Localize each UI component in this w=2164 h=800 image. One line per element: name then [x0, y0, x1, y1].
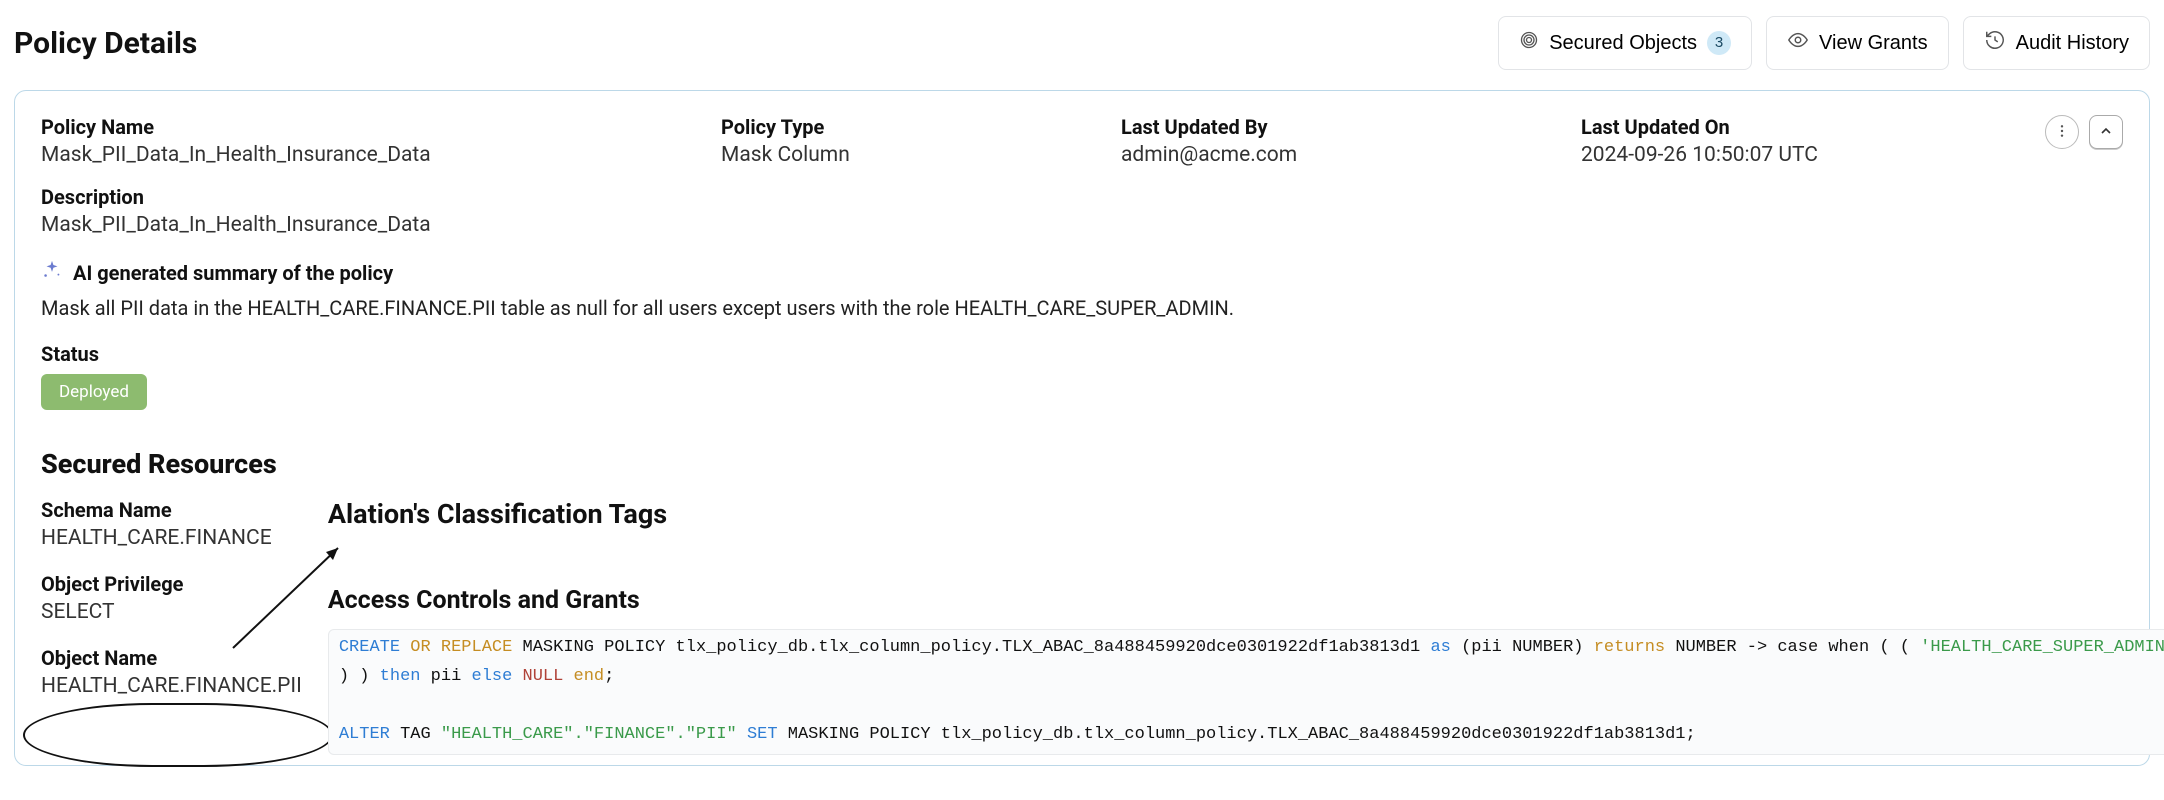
sql-token: OR: [410, 638, 430, 657]
header-row: Policy Details Secured Objects 3 View Gr…: [14, 16, 2150, 70]
description-value: Mask_PII_Data_In_Health_Insurance_Data: [41, 213, 2123, 237]
audit-history-label: Audit History: [2016, 32, 2129, 55]
sql-token: else: [472, 667, 513, 686]
sql-token: MASKING POLICY tlx_policy_db.tlx_column_…: [778, 725, 1696, 744]
sql-token: NUMBER -> case when ( (: [1665, 638, 1920, 657]
access-controls-heading: Access Controls and Grants: [328, 586, 640, 615]
sql-token: returns: [1594, 638, 1665, 657]
sql-token: ;: [604, 667, 614, 686]
last-updated-by-value: admin@acme.com: [1121, 143, 1581, 167]
policy-type-cell: Policy Type Mask Column: [721, 115, 1121, 167]
secured-objects-button[interactable]: Secured Objects 3: [1498, 16, 1752, 70]
action-buttons: Secured Objects 3 View Grants Audit Hist…: [1498, 16, 2150, 70]
ai-summary-heading: AI generated summary of the policy: [73, 261, 393, 285]
audit-history-button[interactable]: Audit History: [1963, 16, 2150, 70]
page-title: Policy Details: [14, 26, 197, 61]
policy-name-value: Mask_PII_Data_In_Health_Insurance_Data: [41, 143, 721, 167]
sql-token: then: [380, 667, 421, 686]
description-cell: Description Mask_PII_Data_In_Health_Insu…: [41, 185, 2123, 237]
more-menu-button[interactable]: [2045, 115, 2079, 149]
sql-token: ALTER: [339, 725, 390, 744]
object-privilege-value: SELECT: [41, 600, 302, 624]
status-badge: Deployed: [41, 374, 147, 410]
history-icon: [1984, 29, 2006, 57]
sql-token: CREATE: [339, 638, 400, 657]
policy-name-label: Policy Name: [41, 115, 721, 139]
last-updated-on-value: 2024-09-26 10:50:07 UTC: [1581, 143, 2045, 167]
ai-summary-heading-row: AI generated summary of the policy: [41, 259, 2123, 286]
sql-token: (pii NUMBER): [1451, 638, 1594, 657]
secured-resources-heading: Secured Resources: [41, 448, 2123, 480]
sql-token: NULL: [512, 667, 573, 686]
sql-token: as: [1430, 638, 1450, 657]
eye-icon: [1787, 29, 1809, 57]
schema-name-value: HEALTH_CARE.FINANCE: [41, 526, 302, 550]
secured-objects-label: Secured Objects: [1549, 32, 1697, 55]
sparkle-icon: [41, 259, 63, 286]
description-label: Description: [41, 185, 2123, 209]
policy-name-cell: Policy Name Mask_PII_Data_In_Health_Insu…: [41, 115, 721, 167]
last-updated-by-label: Last Updated By: [1121, 115, 1581, 139]
secured-resources-left: Schema Name HEALTH_CARE.FINANCE Object P…: [41, 498, 302, 755]
annotation-ellipse: [23, 703, 333, 767]
sql-token: ) ): [339, 667, 380, 686]
sql-token: pii: [420, 667, 471, 686]
secured-objects-count: 3: [1707, 31, 1731, 55]
vertical-dots-icon: [2054, 123, 2070, 142]
sql-token: 'HEALTH_CARE_SUPER_ADMIN': [1920, 638, 2164, 657]
last-updated-by-cell: Last Updated By admin@acme.com: [1121, 115, 1581, 167]
last-updated-on-label: Last Updated On: [1581, 115, 2045, 139]
sql-token: MASKING POLICY tlx_policy_db.tlx_column_…: [512, 638, 1430, 657]
sql-token: "HEALTH_CARE"."FINANCE"."PII": [441, 725, 737, 744]
policy-details-card: Policy Name Mask_PII_Data_In_Health_Insu…: [14, 90, 2150, 766]
view-grants-button[interactable]: View Grants: [1766, 16, 1949, 70]
sql-token: REPLACE: [441, 638, 512, 657]
classification-tags-heading: Alation's Classification Tags: [328, 498, 2164, 530]
sql-token: end: [574, 667, 605, 686]
secured-resources-right: Alation's Classification Tags Access Con…: [328, 498, 2164, 755]
ai-summary-text: Mask all PII data in the HEALTH_CARE.FIN…: [41, 296, 2123, 320]
policy-type-value: Mask Column: [721, 143, 1121, 167]
collapse-button[interactable]: [2089, 115, 2123, 149]
sql-token: TAG: [390, 725, 441, 744]
status-label: Status: [41, 342, 2123, 366]
card-actions: [2045, 115, 2123, 149]
object-privilege-label: Object Privilege: [41, 572, 302, 596]
chevron-up-icon: [2098, 123, 2114, 142]
object-name-value: HEALTH_CARE.FINANCE.PII: [41, 674, 302, 698]
view-grants-label: View Grants: [1819, 32, 1928, 55]
fingerprint-icon: [1519, 30, 1539, 56]
policy-type-label: Policy Type: [721, 115, 1121, 139]
object-name-label: Object Name: [41, 646, 302, 670]
sql-code-block: CREATE OR REPLACE MASKING POLICY tlx_pol…: [328, 629, 2164, 755]
last-updated-on-cell: Last Updated On 2024-09-26 10:50:07 UTC: [1581, 115, 2045, 167]
schema-name-label: Schema Name: [41, 498, 302, 522]
sql-token: SET: [737, 725, 778, 744]
